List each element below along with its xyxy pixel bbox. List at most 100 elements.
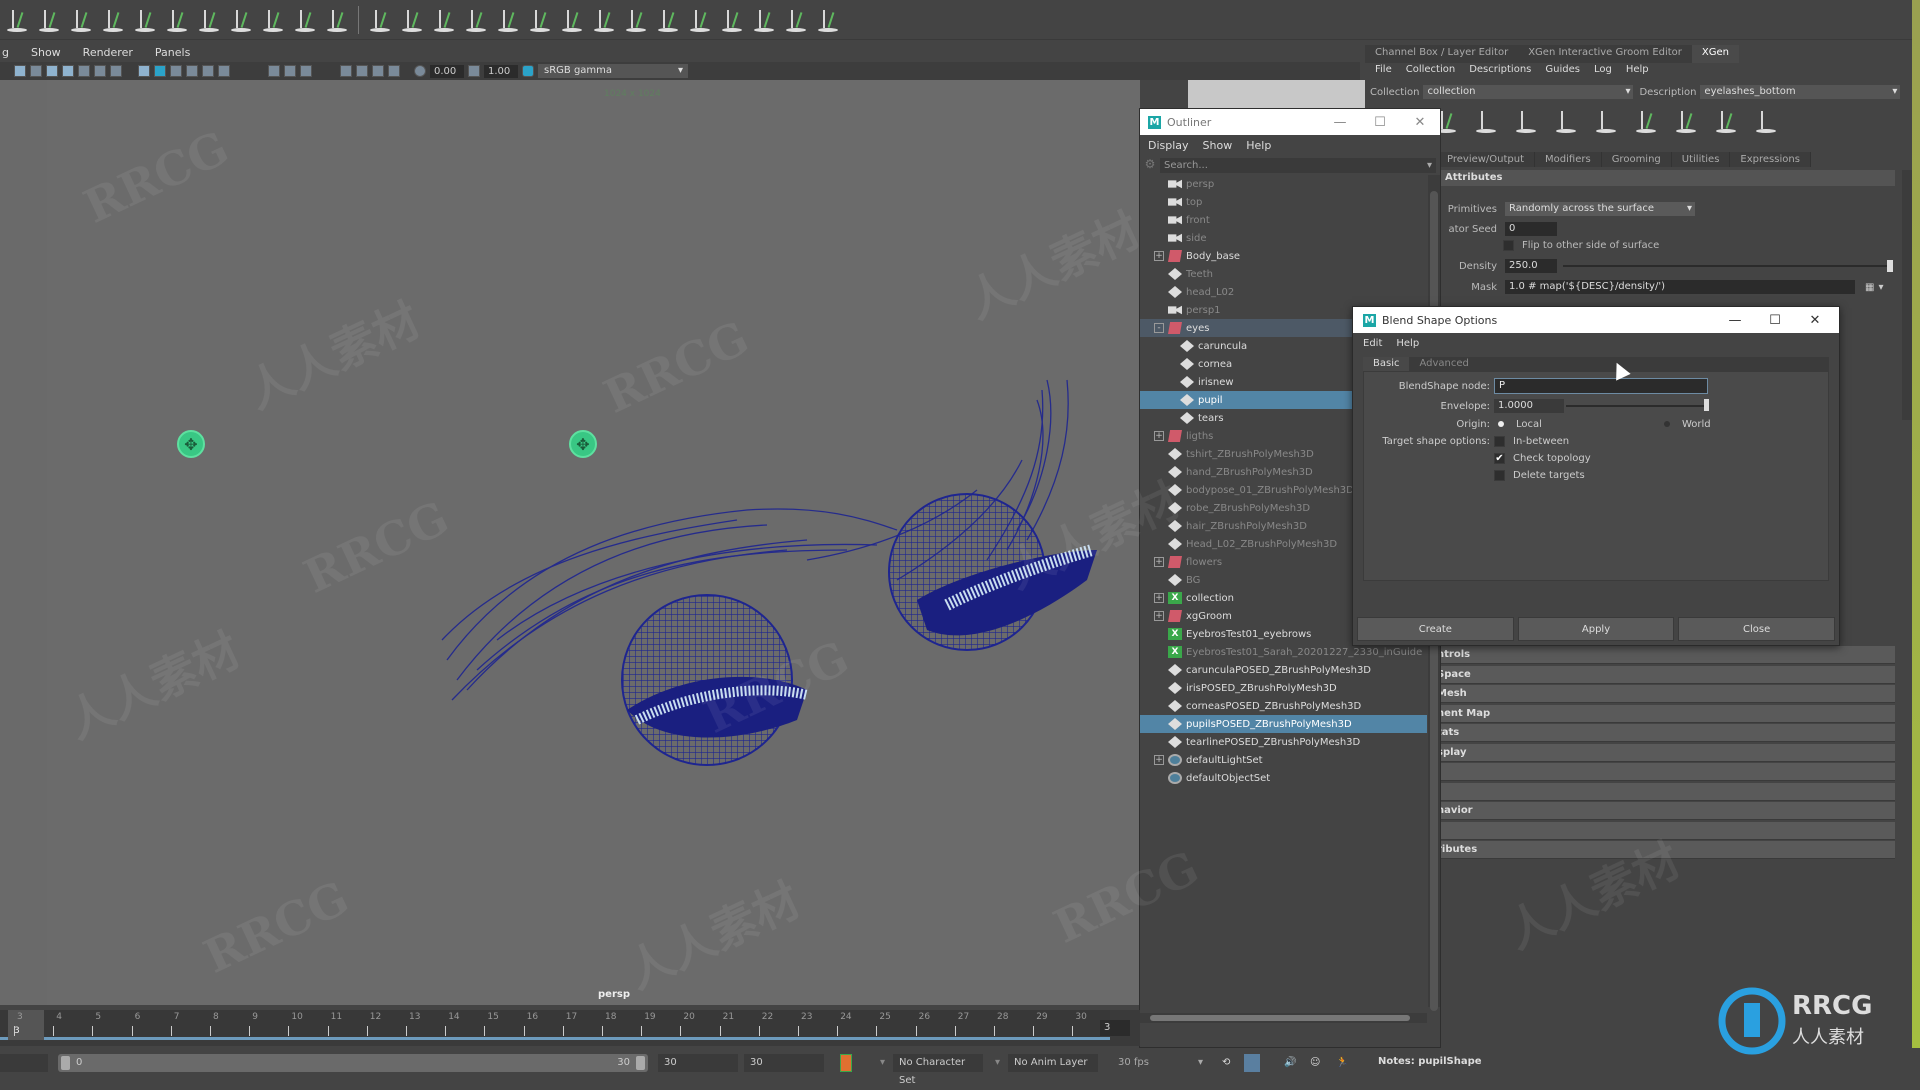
maximize-icon[interactable]: ☐	[1755, 307, 1795, 333]
motion-blur-icon[interactable]	[300, 65, 312, 77]
grid-icon[interactable]	[14, 65, 26, 77]
add-guide-icon[interactable]	[38, 7, 60, 33]
scale-icon[interactable]	[721, 7, 743, 33]
locator-handle-left[interactable]: ✥	[177, 430, 205, 458]
xgen-section-header[interactable]: Space	[1435, 665, 1895, 684]
default-material-icon[interactable]	[170, 65, 182, 77]
smooth-brush-icon[interactable]	[529, 7, 551, 33]
outliner-item[interactable]: pupilsPOSED_ZBrushPolyMesh3D	[1140, 715, 1427, 733]
chevron-down-icon[interactable]: ▾	[995, 1054, 1000, 1072]
chevron-down-icon[interactable]: ▾	[1427, 158, 1432, 173]
sound-icon[interactable]: 🔊	[1284, 1054, 1296, 1072]
menu-guides[interactable]: Guides	[1545, 64, 1580, 75]
guide-curves-icon[interactable]	[134, 7, 156, 33]
lock-guide-icon[interactable]	[102, 7, 124, 33]
range-end-handle[interactable]	[636, 1056, 645, 1070]
create-button[interactable]: Create	[1357, 617, 1514, 641]
auto-key-icon[interactable]	[840, 1054, 852, 1072]
menu-descriptions[interactable]: Descriptions	[1469, 64, 1531, 75]
envelope-slider[interactable]	[1566, 405, 1708, 407]
envelope-field[interactable]: 1.0000	[1494, 399, 1564, 413]
shadows-icon[interactable]	[268, 65, 280, 77]
tab-expressions[interactable]: Expressions	[1730, 152, 1811, 167]
groom-brush-icon[interactable]	[433, 7, 455, 33]
menu-item-panels[interactable]: Panels	[155, 46, 190, 62]
tab-interactive-groom[interactable]: XGen Interactive Groom Editor	[1518, 45, 1692, 63]
primitives-select[interactable]: Randomly across the surface ▾	[1505, 202, 1695, 216]
menu-help[interactable]: Help	[1246, 139, 1271, 152]
xgen-section-header[interactable]: nent Map	[1435, 704, 1895, 723]
xgen-section-header[interactable]	[1435, 763, 1895, 781]
outliner-item[interactable]: top	[1140, 193, 1427, 211]
menu-help[interactable]: Help	[1396, 338, 1419, 349]
expand-icon[interactable]: +	[1154, 557, 1164, 567]
attributes-header[interactable]: Attributes	[1435, 170, 1895, 186]
xgen-section-header[interactable]: ntrols	[1435, 646, 1895, 664]
playback-start-field[interactable]: 30	[658, 1054, 738, 1072]
playback-end-field[interactable]: 30	[744, 1054, 824, 1072]
check-topology-checkbox[interactable]: ✔ Check topology	[1494, 452, 1591, 464]
tab-basic[interactable]: Basic	[1363, 357, 1410, 371]
outliner-search-input[interactable]: Search... ▾	[1160, 157, 1436, 173]
expand-icon[interactable]: +	[1154, 251, 1164, 261]
expand-icon[interactable]: +	[1154, 593, 1164, 603]
xgen-scrollbar[interactable]	[1902, 170, 1912, 420]
outliner-item[interactable]: head_L02	[1140, 283, 1427, 301]
timeline-ruler[interactable]: 3 4 5 6 7 8 9 10 11 12 13 14 15 16 17 18 19 20 21 22 23 24 25 2…	[0, 1010, 1110, 1040]
menu-edit[interactable]: Edit	[1363, 338, 1382, 349]
apply-button[interactable]: Apply	[1517, 617, 1675, 641]
chevron-down-icon[interactable]: ▾	[880, 1054, 885, 1072]
close-icon[interactable]: ✕	[1795, 307, 1835, 333]
exposure-field[interactable]: 0.00	[430, 64, 464, 78]
smooth-shade-icon[interactable]	[154, 65, 166, 77]
tab-preview-output[interactable]: Preview/Output	[1437, 152, 1536, 167]
description-select[interactable]: eyelashes_bottom ▾	[1700, 85, 1901, 99]
origin-local-radio[interactable]: Local	[1498, 419, 1542, 430]
outliner-item[interactable]: front	[1140, 211, 1427, 229]
gamma-field[interactable]: 1.00	[484, 64, 518, 78]
outliner-item[interactable]: persp	[1140, 175, 1427, 193]
outliner-hscrollbar[interactable]	[1140, 1013, 1427, 1023]
outliner-title-bar[interactable]: M Outliner — ☐ ✕	[1140, 109, 1440, 135]
minimize-icon[interactable]: —	[1715, 307, 1755, 333]
range-slider[interactable]: 0 30	[58, 1054, 648, 1072]
visibility-icon[interactable]	[1555, 108, 1577, 134]
mask-field[interactable]: 1.0 # map('${DESC}/density/')	[1505, 280, 1855, 294]
density-slider-handle[interactable]	[1887, 260, 1893, 272]
outliner-item[interactable]: tearlinePOSED_ZBrushPolyMesh3D	[1140, 733, 1427, 751]
guide-curves-icon[interactable]	[1635, 108, 1657, 134]
xgen-section-header[interactable]: Mesh	[1435, 685, 1895, 703]
comb-icon[interactable]	[497, 7, 519, 33]
filter-icon[interactable]: ⚙	[1140, 157, 1160, 173]
tab-advanced[interactable]: Advanced	[1409, 357, 1478, 371]
current-frame-field[interactable]: 3	[1100, 1020, 1130, 1036]
collapse-icon[interactable]: -	[1154, 323, 1164, 333]
tab-channel-box[interactable]: Channel Box / Layer Editor	[1365, 45, 1519, 63]
menu-item-show[interactable]: Show	[31, 46, 61, 62]
bend-icon[interactable]	[1755, 108, 1777, 134]
outliner-item[interactable]: Teeth	[1140, 265, 1427, 283]
chevron-down-icon[interactable]: ▾	[1878, 282, 1883, 293]
character-set-select[interactable]: No Character Set	[893, 1054, 983, 1086]
minimize-icon[interactable]: —	[1320, 109, 1360, 135]
add-groom-icon[interactable]	[465, 7, 487, 33]
part-icon[interactable]	[625, 7, 647, 33]
sculpt-icon[interactable]	[230, 7, 252, 33]
menu-log[interactable]: Log	[1594, 64, 1612, 75]
tab-modifiers[interactable]: Modifiers	[1535, 152, 1602, 167]
locator-handle-right[interactable]: ✥	[569, 430, 597, 458]
isolate-select-icon[interactable]	[340, 65, 352, 77]
twist-icon[interactable]	[657, 7, 679, 33]
length-icon[interactable]	[198, 7, 220, 33]
guide-visibility-icon[interactable]	[70, 7, 92, 33]
anim-prefs-icon[interactable]: ☺	[1310, 1054, 1320, 1072]
smooth-icon[interactable]	[262, 7, 284, 33]
chevron-down-icon[interactable]: ▾	[1198, 1054, 1203, 1072]
xgen-section-header[interactable]: navior	[1435, 802, 1895, 820]
clump-icon[interactable]	[753, 7, 775, 33]
expand-icon[interactable]: +	[1154, 755, 1164, 765]
cache-icon[interactable]	[1244, 1054, 1260, 1072]
color-space-select[interactable]: sRGB gamma ▾	[538, 64, 688, 78]
envelope-slider-handle[interactable]	[1704, 399, 1709, 411]
field-chart-icon[interactable]	[78, 65, 90, 77]
